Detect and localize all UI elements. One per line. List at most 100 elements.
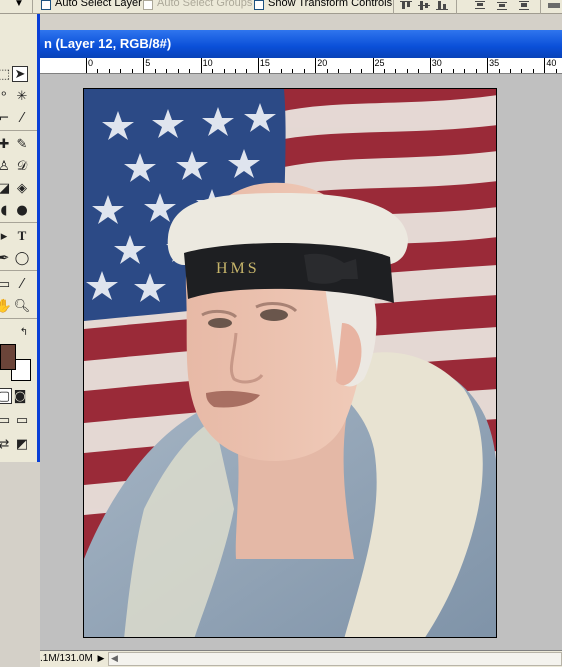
pen-tool-icon[interactable]: ✒ — [0, 250, 12, 266]
ruler-tick — [395, 69, 397, 73]
ruler-tick — [464, 69, 466, 73]
tool-preset-dropdown-icon[interactable]: ▼ — [14, 0, 24, 9]
auto-select-layer-label[interactable]: Auto Select Layer — [55, 0, 142, 9]
align-vertical-centers-icon[interactable] — [418, 0, 432, 11]
move-tool-icon[interactable]: ➤ — [12, 66, 28, 82]
distribute-top-icon[interactable] — [474, 0, 488, 11]
ruler-tick — [406, 69, 408, 73]
eyedropper-tool-icon[interactable]: ⁄ — [14, 276, 30, 292]
screen-mode-standard-icon[interactable]: ▭ — [0, 412, 12, 428]
ruler-tick — [429, 58, 431, 73]
ruler-tick — [544, 58, 546, 73]
toolbox-separator — [0, 318, 37, 319]
healing-brush-tool-icon[interactable]: ✚ — [0, 136, 12, 152]
marquee-tool-icon[interactable]: ⬚ — [0, 66, 12, 82]
ruler-tick — [338, 69, 340, 73]
align-top-edges-icon[interactable] — [400, 0, 414, 11]
ruler-tick — [361, 69, 363, 73]
distribute-center-icon[interactable] — [496, 0, 510, 11]
ruler-label: 10 — [202, 58, 213, 68]
foreground-color-swatch[interactable] — [0, 344, 16, 370]
options-separator — [32, 0, 33, 14]
history-brush-tool-icon[interactable]: 𝒟 — [14, 158, 30, 174]
ruler-tick — [269, 69, 271, 73]
ruler-label: 25 — [374, 58, 385, 68]
blur-tool-icon[interactable]: ◖ — [0, 202, 12, 218]
ruler-label: 5 — [145, 58, 151, 68]
ruler-tick — [177, 69, 179, 73]
distribute-bottom-icon[interactable] — [518, 0, 532, 11]
ruler-tick — [166, 69, 168, 73]
photoshop-window: ▼ Auto Select Layer Auto Select Groups S… — [0, 0, 562, 667]
ruler-tick — [452, 69, 454, 73]
ruler-label: 20 — [317, 58, 328, 68]
ruler-tick — [418, 69, 420, 73]
path-selection-tool-icon[interactable]: ▸ — [0, 228, 12, 244]
lasso-tool-icon[interactable]: ᵒ — [0, 88, 12, 104]
sailor-photo-art: HMS — [84, 89, 496, 637]
ruler-tick — [120, 69, 122, 73]
document-titlebar[interactable]: n (Layer 12, RGB/8#) — [40, 30, 562, 58]
ruler-tick — [189, 69, 191, 73]
paint-bucket-tool-icon[interactable]: ◈ — [14, 180, 30, 196]
notes-tool-icon[interactable]: ▭ — [0, 276, 12, 292]
ruler-tick — [521, 69, 523, 73]
imageready-icon[interactable]: ◩ — [14, 436, 30, 452]
auto-select-layer-checkbox[interactable] — [41, 0, 51, 10]
zoom-tool-icon[interactable]: 🔍︎ — [14, 298, 31, 314]
scroll-left-icon[interactable]: ◀ — [111, 653, 118, 664]
ruler-tick — [292, 69, 294, 73]
ruler-label: 40 — [546, 58, 557, 68]
ruler-tick — [212, 69, 214, 73]
auto-align-layers-icon[interactable] — [548, 0, 562, 11]
ruler-tick — [86, 58, 87, 73]
ruler-tick — [154, 69, 156, 73]
ruler-tick — [200, 58, 202, 73]
ruler-tick — [246, 69, 248, 73]
status-bar: .1M/131.0M ▶ ◀ — [40, 650, 562, 667]
ruler-tick — [441, 69, 443, 73]
ruler-tick — [498, 69, 500, 73]
status-text: .1M/131.0M — [40, 653, 93, 664]
show-transform-controls-label[interactable]: Show Transform Controls — [268, 0, 392, 9]
options-separator — [540, 0, 541, 14]
ruler-tick — [315, 58, 317, 73]
screen-mode-full-icon[interactable]: ▭ — [14, 412, 30, 428]
brush-tool-icon[interactable]: ✎ — [14, 136, 30, 152]
sailor-photo[interactable]: HMS — [83, 88, 497, 638]
align-bottom-edges-icon[interactable] — [436, 0, 450, 11]
ruler-tick — [108, 69, 110, 73]
type-tool-icon[interactable]: T — [14, 228, 30, 244]
ruler-tick — [532, 69, 534, 73]
horizontal-scrollbar[interactable]: ◀ — [108, 652, 562, 666]
jump-to-imageready-icon[interactable]: ⇄ — [0, 436, 12, 452]
status-menu-arrow-icon[interactable]: ▶ — [96, 653, 106, 665]
toolbox-separator — [0, 130, 37, 131]
crop-tool-icon[interactable]: ⌐ — [0, 110, 12, 126]
clone-stamp-tool-icon[interactable]: ♙ — [0, 158, 12, 174]
swap-colors-icon[interactable]: ↰ — [16, 324, 32, 340]
ruler-tick — [97, 69, 99, 73]
quick-mask-mode-icon[interactable]: ◙ — [12, 388, 28, 404]
show-transform-controls-checkbox[interactable] — [254, 0, 264, 10]
options-bar: ▼ Auto Select Layer Auto Select Groups S… — [0, 0, 562, 14]
auto-select-groups-label: Auto Select Groups — [157, 0, 253, 9]
ruler-tick — [143, 58, 145, 73]
hand-tool-icon[interactable]: ✋ — [0, 298, 12, 314]
standard-mode-icon[interactable]: ▢ — [0, 388, 12, 404]
document-window: n (Layer 12, RGB/8#) 0 5 10 15 20 25 30 35 40 — [40, 30, 562, 667]
burn-tool-icon[interactable]: ● — [14, 202, 30, 218]
horizontal-ruler[interactable]: 0 5 10 15 20 25 30 35 40 — [40, 58, 562, 74]
ruler-tick — [234, 69, 236, 73]
magic-wand-tool-icon[interactable]: ✳ — [14, 88, 30, 104]
options-separator — [393, 0, 394, 14]
slice-tool-icon[interactable]: ⁄ — [14, 110, 30, 126]
ruler-tick — [555, 69, 557, 73]
ruler-label: 15 — [259, 58, 270, 68]
canvas-area[interactable]: HMS — [40, 74, 562, 650]
auto-select-groups-checkbox — [143, 0, 153, 10]
ruler-label: 0 — [88, 58, 94, 68]
eraser-tool-icon[interactable]: ◪ — [0, 180, 12, 196]
ellipse-tool-icon[interactable]: ◯ — [14, 250, 30, 266]
ruler-tick — [383, 69, 385, 73]
